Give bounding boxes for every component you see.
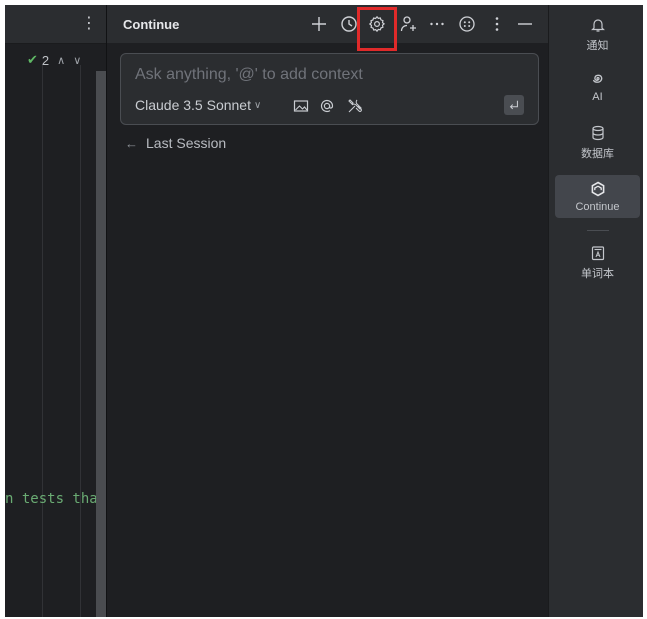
code-line[interactable]: n tests tha <box>5 491 98 507</box>
sidebar-item-label: 单词本 <box>581 268 614 280</box>
gear-icon[interactable] <box>365 12 389 36</box>
sidebar-item-continue[interactable]: Continue <box>555 175 640 218</box>
sidebar-item-database[interactable]: 数据库 <box>555 125 640 161</box>
sidebar-item-label: 通知 <box>586 40 609 52</box>
add-user-icon[interactable] <box>397 12 421 36</box>
indent-guide <box>42 65 43 617</box>
image-icon[interactable] <box>291 96 311 116</box>
database-icon <box>591 125 604 141</box>
sidebar-separator <box>587 230 609 231</box>
arrow-left-icon: ← <box>125 135 138 151</box>
chevron-down-icon: ∨ <box>253 99 262 111</box>
submit-icon[interactable] <box>504 95 524 115</box>
sidebar-item-label: 数据库 <box>581 148 614 160</box>
history-icon[interactable] <box>337 12 361 36</box>
sidebar-item-notifications[interactable]: 通知 <box>555 17 640 53</box>
check-icon: ✔ <box>27 52 38 67</box>
emoji-icon[interactable] <box>455 12 479 36</box>
editor-tabbar: ⋮ <box>5 5 106 44</box>
ide-window: ⋮ ✔ 2 ∧ ∨ n tests tha Continue Ask anyth… <box>5 5 643 617</box>
minimize-icon[interactable] <box>513 12 537 36</box>
ai-spiral-icon <box>592 74 602 83</box>
model-selector[interactable]: Claude 3.5 Sonnet ∨ <box>135 97 261 113</box>
last-session-link[interactable]: ← Last Session <box>125 135 226 151</box>
kebab-icon[interactable] <box>485 12 509 36</box>
inspection-widget[interactable]: ✔ 2 ∧ ∨ <box>27 52 81 68</box>
sidebar-item-label: Continue <box>575 201 620 213</box>
editor-pane: ⋮ ✔ 2 ∧ ∨ n tests tha <box>5 5 106 617</box>
tool-window-bar: 通知 AI 数据库 Continue 单词本 <box>548 5 643 617</box>
plus-icon[interactable] <box>307 12 331 36</box>
at-mention-icon[interactable] <box>317 96 337 116</box>
wordbook-icon <box>591 246 604 261</box>
editor-more-icon[interactable]: ⋮ <box>81 15 97 33</box>
chevron-up-icon[interactable]: ∧ <box>57 54 65 67</box>
panel-header: Continue <box>107 5 549 51</box>
chat-input-placeholder[interactable]: Ask anything, '@' to add context <box>135 66 363 84</box>
ellipsis-icon[interactable] <box>425 12 449 36</box>
last-session-label: Last Session <box>146 135 227 151</box>
model-name: Claude 3.5 Sonnet <box>135 97 251 113</box>
sidebar-item-ai[interactable]: AI <box>555 71 640 103</box>
bell-icon <box>590 19 605 32</box>
tools-icon[interactable] <box>345 96 365 116</box>
chat-input-box[interactable]: Ask anything, '@' to add context Claude … <box>120 53 539 125</box>
panel-title: Continue <box>123 17 180 32</box>
indent-guide <box>80 65 81 617</box>
sidebar-item-label: AI <box>592 91 603 103</box>
sidebar-item-wordbook[interactable]: 单词本 <box>555 245 640 281</box>
continue-icon <box>591 181 604 197</box>
continue-panel: Continue Ask anything, '@' to add contex… <box>106 5 549 617</box>
editor-scrollbar[interactable] <box>96 71 106 617</box>
